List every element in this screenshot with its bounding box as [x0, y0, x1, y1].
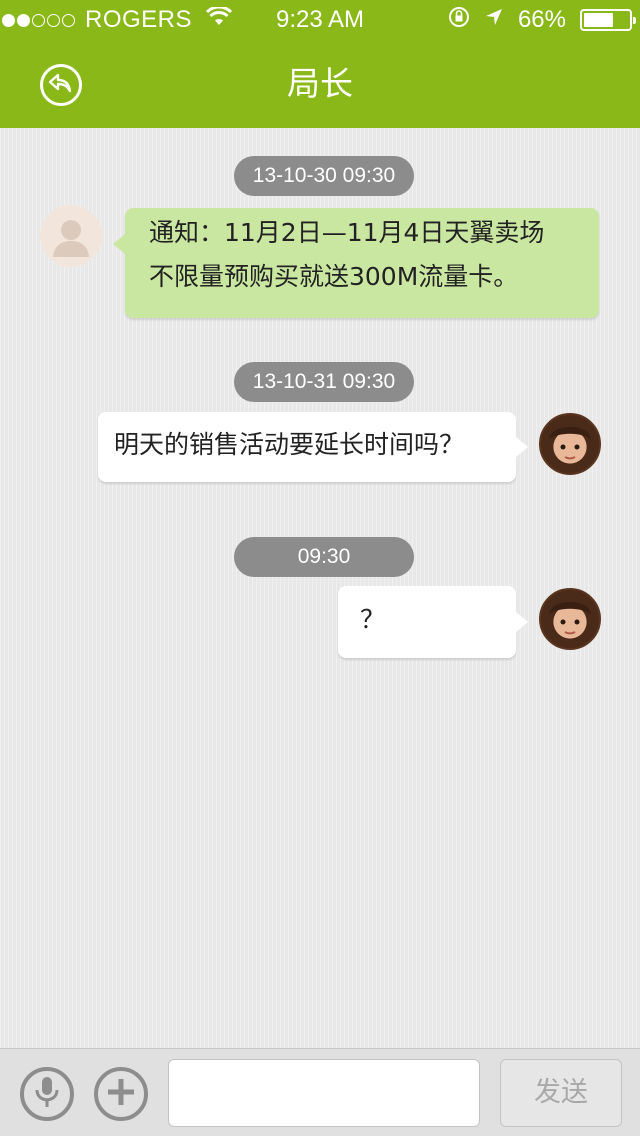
voice-button[interactable] — [20, 1067, 74, 1121]
user-photo-avatar[interactable] — [539, 413, 601, 475]
default-user-avatar[interactable] — [40, 205, 102, 267]
chat-message-list[interactable]: 13-10-30 09:30 通知：11月2日—11月4日天翼卖场 不限量预购买… — [0, 128, 640, 1048]
message-bubble-outgoing[interactable]: 明天的销售活动要延长时间吗？ — [98, 412, 528, 482]
send-button[interactable]: 发送 — [500, 1059, 622, 1127]
message-bubble-outgoing[interactable]: ？ — [338, 586, 528, 658]
message-input-bar: 发送 — [0, 1048, 640, 1136]
timestamp-pill: 13-10-30 09:30 — [234, 156, 414, 196]
battery-percent: 66% — [517, 6, 566, 33]
navigation-bar: 局长 — [0, 40, 640, 128]
message-bubble-incoming[interactable]: 通知：11月2日—11月4日天翼卖场 不限量预购买就送300M流量卡。 — [113, 208, 599, 318]
orientation-lock-icon — [448, 6, 470, 35]
message-text-line: 通知：11月2日—11月4日天翼卖场 — [149, 218, 545, 247]
message-text-input[interactable] — [168, 1059, 480, 1127]
battery-icon — [580, 9, 636, 31]
add-attachment-button[interactable] — [94, 1067, 148, 1121]
timestamp-pill: 13-10-31 09:30 — [234, 362, 414, 402]
status-bar: ROGERS 9:23 AM 66% — [0, 0, 640, 40]
message-text-line: 不限量预购买就送300M流量卡。 — [149, 262, 519, 291]
location-arrow-icon — [484, 6, 504, 34]
timestamp-pill: 09:30 — [234, 537, 414, 577]
message-text-line: ？ — [360, 605, 386, 634]
page-title: 局长 — [287, 64, 353, 103]
message-text-line: 明天的销售活动要延长时间吗？ — [114, 430, 465, 459]
microphone-icon — [33, 1075, 61, 1113]
plus-icon — [106, 1077, 136, 1111]
user-photo-avatar[interactable] — [539, 588, 601, 650]
